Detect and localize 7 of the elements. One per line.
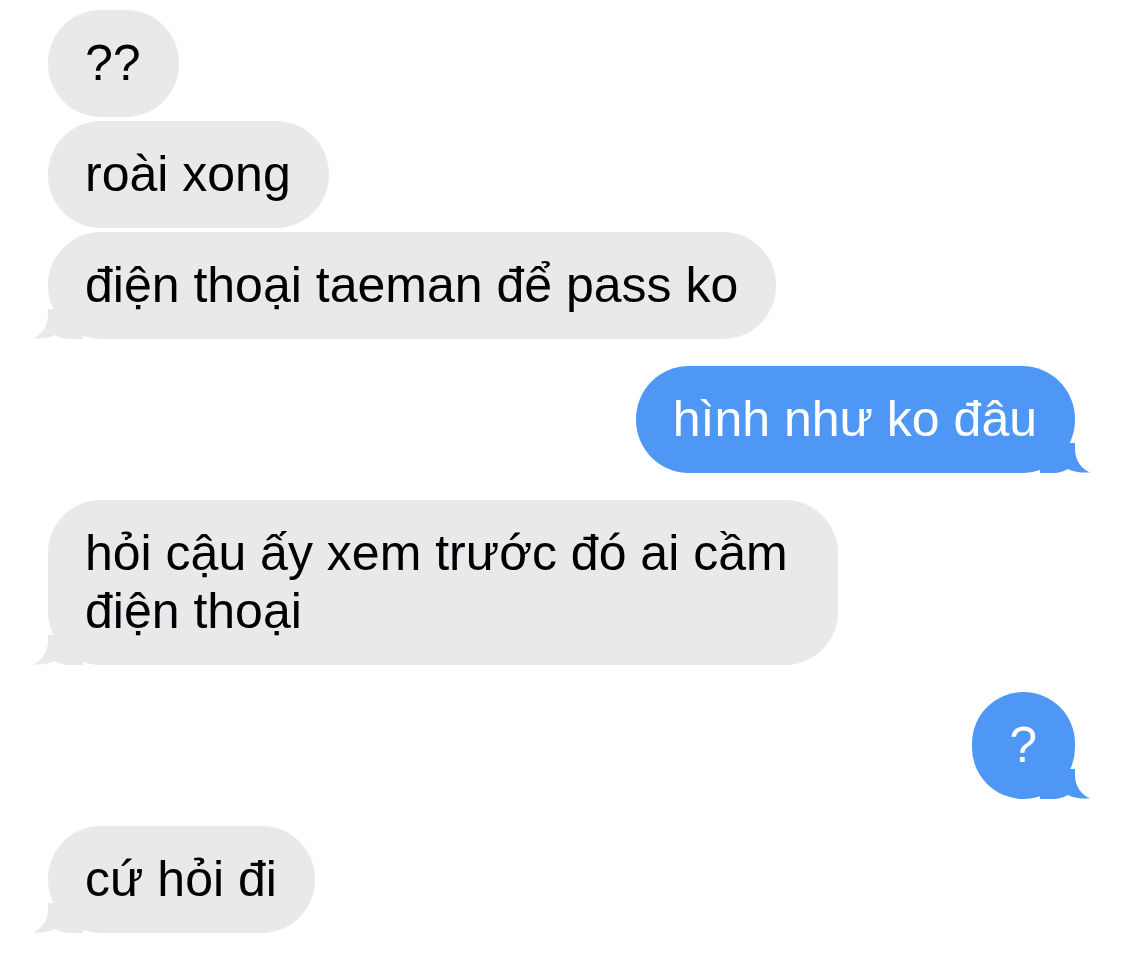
message-text: ?? xyxy=(85,35,141,91)
message-text: roài xong xyxy=(85,146,291,202)
message-text: cứ hỏi đi xyxy=(85,851,277,907)
message-text: hình như ko đâu xyxy=(672,391,1037,447)
message-text: điện thoại taeman để pass ko xyxy=(85,257,739,313)
message-text: hỏi cậu ấy xem trước đó ai cầm điện thoại xyxy=(85,525,788,639)
message-text: ? xyxy=(1009,717,1037,773)
